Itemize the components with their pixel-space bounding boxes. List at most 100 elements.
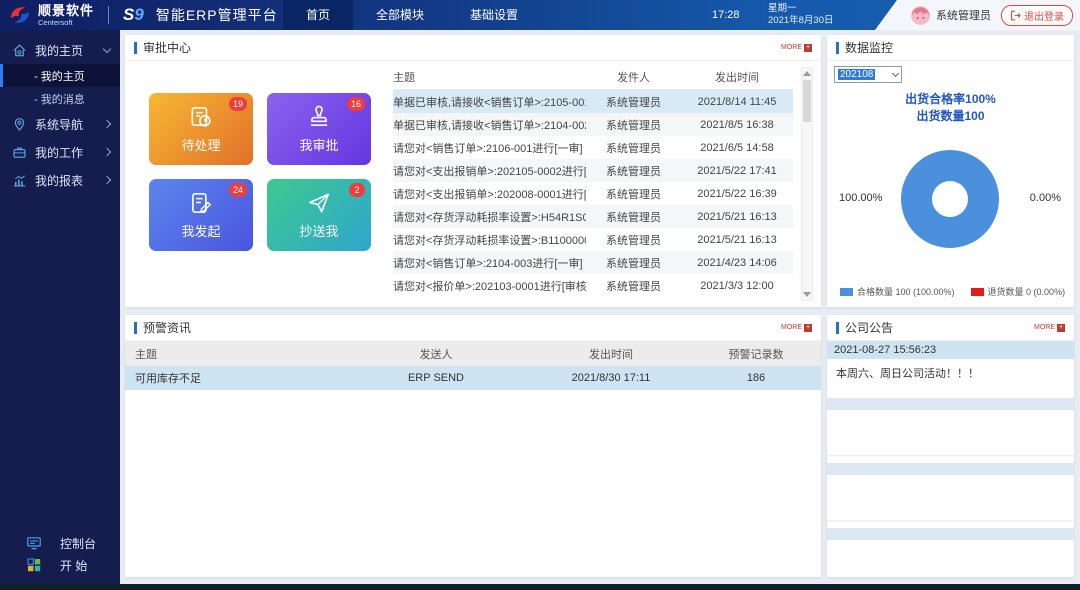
start-icon [26,557,42,573]
cell-subject: 请您对<销售订单>:2106-001进行[一审] [393,140,586,156]
legend-text: 合格数量 100 (100.00%) [857,285,955,298]
donut-label-return: 0.00% [1030,192,1061,204]
more-icon: + [1057,324,1065,332]
sidebar-item-my-reports[interactable]: 我的报表 [0,166,120,194]
cell-time: 2021/5/21 16:13 [681,234,793,246]
ship-qty-text: 出货数量100 [827,108,1074,125]
tab-all-modules[interactable]: 全部模块 [353,0,447,30]
cell-count: 186 [701,372,811,384]
col-alert-count: 预警记录数 [701,346,811,362]
scroll-thumb[interactable] [803,80,811,122]
todo-clipboard-icon [188,104,214,130]
table-row[interactable]: 请您对<存货浮动耗损率设置>:B11000001进行[审核] 系统管理员 202… [393,228,793,251]
tile-cc-to-me[interactable]: 2 抄送我 [267,179,371,251]
home-icon [12,43,27,58]
panel-accent-bar [836,322,839,334]
cell-subject: 请您对<报价单>:202103-0001进行[审核] [393,278,586,294]
tile-pending[interactable]: 19 待处理 [149,93,253,165]
cell-subject: 请您对<支出报销单>:202105-0002进行[审核] [393,163,586,179]
table-row[interactable]: 请您对<支出报销单>:202008-0001进行[审核] 系统管理员 2021/… [393,182,793,205]
cell-time: 2021/5/21 16:13 [681,211,793,223]
erp-dashboard: 顺景软件 Centersoft S9 智能ERP管理平台 首页 全部模块 基础设… [0,0,1080,590]
cell-sender: 系统管理员 [586,255,681,271]
centersoft-swirl-icon [8,3,32,27]
col-sender: 发件人 [586,69,681,85]
alerts-table-header: 主题 发送人 发出时间 预警记录数 [125,341,821,366]
briefcase-icon [12,145,27,160]
table-row[interactable]: 请您对<销售订单>:2104-003进行[一审] 系统管理员 2021/4/23… [393,251,793,274]
logout-icon [1010,10,1021,21]
period-select[interactable]: 202108 [834,66,902,83]
chart-legend: 合格数量 100 (100.00%) 退货数量 0 (0.00%) [840,285,1065,298]
alerts-panel-title: 预警资讯 [143,319,191,336]
cell-sender: ERP SEND [351,372,521,384]
approve-count-badge: 16 [347,97,365,111]
report-icon [12,173,27,188]
table-row[interactable]: 单据已审核,请接收<销售订单>:2104-002 系统管理员 2021/8/5 … [393,113,793,136]
avatar-face-icon [911,6,930,25]
cell-sender: 系统管理员 [586,209,681,225]
table-scrollbar[interactable] [801,67,813,301]
announcement-empty-date [827,398,1074,410]
table-row[interactable]: 请您对<报价单>:202103-0001进行[审核] 系统管理员 2021/3/… [393,274,793,297]
cell-time: 2021/3/3 12:00 [681,280,793,292]
cell-sender: 系统管理员 [586,140,681,156]
paper-plane-icon [306,190,332,216]
subitem-label: - 我的消息 [34,91,85,107]
main-content: 审批中心 MORE + 19 待处理 [120,30,1080,584]
col-sent-time: 发出时间 [521,346,701,362]
table-row[interactable]: 请您对<销售订单>:2106-001进行[一审] 系统管理员 2021/6/5 … [393,136,793,159]
approval-more-link[interactable]: MORE + [781,44,812,52]
start-label: 开 始 [60,557,87,574]
sidebar-item-my-work[interactable]: 我的工作 [0,138,120,166]
alert-row[interactable]: 可用库存不足 ERP SEND 2021/8/30 17:11 186 [125,366,821,390]
avatar[interactable] [911,6,930,25]
brand-logo: 顺景软件 Centersoft S9 智能ERP管理平台 [0,3,278,27]
sidebar-item-system-nav[interactable]: 系统导航 [0,110,120,138]
legend-swatch-blue [840,288,853,296]
table-row[interactable]: 请您对<存货浮动耗损率设置>:H54R1S006002进行[审核] 系统管理员 … [393,205,793,228]
donut-svg [895,144,1005,254]
announcement-date[interactable]: 2021-08-27 15:56:23 [827,341,1074,359]
cell-sender: 系统管理员 [586,94,681,110]
sidebar-subitem-my-home[interactable]: - 我的主页 [0,64,120,87]
period-value: 202108 [838,69,875,80]
scroll-down-arrow[interactable] [803,292,811,297]
cell-subject: 请您对<销售订单>:2104-003进行[一审] [393,255,586,271]
console-button[interactable]: 控制台 [0,532,120,554]
taskbar-strip [0,584,1080,590]
tab-base-settings[interactable]: 基础设置 [447,0,541,30]
clock: 17:28 [712,0,740,30]
subitem-label: - 我的主页 [34,68,85,84]
col-subject: 主题 [135,346,351,362]
top-header: 顺景软件 Centersoft S9 智能ERP管理平台 首页 全部模块 基础设… [0,0,1080,30]
announcement-empty-date [827,528,1074,540]
user-area: 系统管理员 退出登录 [875,0,1080,30]
col-sent-time: 发出时间 [681,69,793,85]
more-label: MORE [781,324,802,331]
announcements-more-link[interactable]: MORE + [1034,324,1065,332]
tile-label: 我发起 [181,221,220,240]
initiate-count-badge: 24 [229,183,247,197]
approval-table: 主题 发件人 发出时间 单据已审核,请接收<销售订单>:2105-001 系统管… [393,65,793,301]
logout-button[interactable]: 退出登录 [1001,5,1073,26]
main-nav: 首页 全部模块 基础设置 [283,0,541,30]
sidebar-item-my-home[interactable]: 我的主页 [0,36,120,64]
approval-panel-title: 审批中心 [143,39,191,56]
tile-my-approvals[interactable]: 16 我审批 [267,93,371,165]
cell-time: 2021/5/22 16:39 [681,188,793,200]
start-button[interactable]: 开 始 [0,554,120,576]
cc-count-badge: 2 [349,183,365,197]
date-block: 星期一 2021年8月30日 [768,3,833,27]
alerts-more-link[interactable]: MORE + [781,324,812,332]
sidebar: 我的主页 - 我的主页 - 我的消息 系统导航 [0,30,120,584]
announcements-panel: 公司公告 MORE + 2021-08-27 15:56:23 本周六、周日公司… [827,315,1074,577]
table-row[interactable]: 单据已审核,请接收<销售订单>:2105-001 系统管理员 2021/8/14… [393,90,793,113]
cell-time: 2021/5/22 17:41 [681,165,793,177]
table-row[interactable]: 请您对<支出报销单>:202105-0002进行[审核] 系统管理员 2021/… [393,159,793,182]
sidebar-subitem-my-messages[interactable]: - 我的消息 [0,87,120,110]
tab-home[interactable]: 首页 [283,0,353,30]
scroll-up-arrow[interactable] [803,71,811,76]
tile-initiated-by-me[interactable]: 24 我发起 [149,179,253,251]
cell-sender: 系统管理员 [586,117,681,133]
